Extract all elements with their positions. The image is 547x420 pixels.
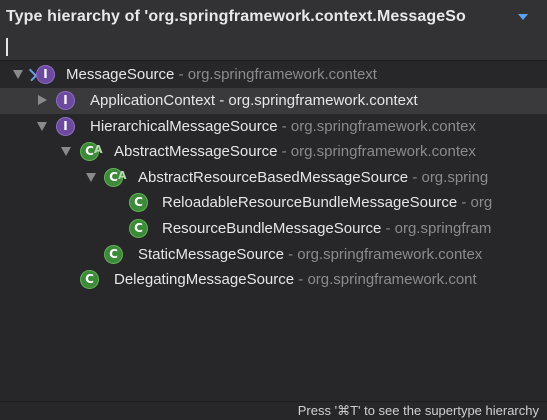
tree-item-name: MessageSource — [66, 66, 175, 83]
class-glyph: C — [109, 169, 118, 184]
tree-item-package: - org.springframework.contex — [277, 143, 476, 161]
search-input[interactable] — [0, 34, 547, 61]
tree-item-name: AbstractMessageSource — [114, 143, 278, 161]
tree-row-abstract-resource-based-message-source[interactable]: C A AbstractResourceBasedMessageSource -… — [0, 165, 547, 191]
tree-row-message-source[interactable]: I MessageSource - org.springframework.co… — [0, 62, 547, 88]
tree-row-static-message-source[interactable]: C StaticMessageSource - org.springframew… — [0, 242, 547, 268]
tree-item-package: - org.springframework.cont — [294, 271, 477, 289]
expand-arrow-icon[interactable] — [13, 70, 23, 79]
footer-divider — [0, 401, 547, 402]
tree-row-abstract-message-source[interactable]: C A AbstractMessageSource - org.springfr… — [0, 139, 547, 165]
chevron-down-icon[interactable] — [518, 14, 528, 20]
interface-icon: I — [36, 65, 55, 84]
tree-row-application-context[interactable]: I ApplicationContext - org.springframewo… — [0, 88, 547, 114]
tree-item-package: - org.springframework.contex — [283, 245, 483, 263]
tree-row-reloadable-resource-bundle-message-source[interactable]: C ReloadableResourceBundleMessageSource … — [0, 190, 547, 216]
abstract-badge-icon: A — [118, 168, 127, 182]
tree-item-name: DelegatingMessageSource — [114, 271, 295, 289]
footer-hint: Press '⌘T' to see the supertype hierarch… — [297, 403, 539, 418]
tree-item-package: - org — [457, 194, 493, 212]
tree-item-name: ResourceBundleMessageSource — [162, 219, 382, 237]
type-hierarchy-popup: Type hierarchy of 'org.springframework.c… — [0, 0, 547, 420]
class-icon: C — [129, 218, 148, 238]
tree-item-package: - org.spring — [408, 168, 489, 186]
abstract-class-icon: C A — [104, 167, 127, 187]
tree-item-name: StaticMessageSource — [138, 245, 284, 263]
tree-item-name: ApplicationContext — [90, 92, 216, 109]
text-caret — [6, 38, 8, 56]
tree-row-delegating-message-source[interactable]: C DelegatingMessageSource - org.springfr… — [0, 267, 547, 293]
collapsed-arrow-icon[interactable] — [38, 95, 47, 105]
tree-item-package: - org.springframework.context — [215, 92, 418, 109]
expand-arrow-icon[interactable] — [86, 172, 96, 182]
tree-item-package: - org.springframework.contex — [277, 117, 476, 135]
expand-arrow-icon[interactable] — [61, 147, 71, 157]
popup-title: Type hierarchy of 'org.springframework.c… — [6, 8, 466, 25]
class-glyph: C — [85, 144, 94, 159]
class-icon: C — [80, 270, 99, 290]
tree-item-package: - org.springframework.context — [174, 66, 377, 83]
tree-item-name: ReloadableResourceBundleMessageSource — [162, 194, 458, 212]
tree-row-resource-bundle-message-source[interactable]: C ResourceBundleMessageSource - org.spri… — [0, 216, 547, 242]
interface-icon: I — [56, 91, 75, 110]
interface-icon: I — [56, 116, 75, 136]
tree-item-package: - org.springfram — [381, 219, 492, 237]
class-icon: C — [104, 244, 123, 264]
tree-row-hierarchical-message-source[interactable]: I HierarchicalMessageSource - org.spring… — [0, 114, 547, 140]
hierarchy-tree: I MessageSource - org.springframework.co… — [0, 62, 547, 293]
abstract-badge-icon: A — [94, 143, 103, 157]
abstract-class-icon: C A — [80, 142, 103, 162]
expand-arrow-icon[interactable] — [37, 121, 47, 131]
popup-title-bar: Type hierarchy of 'org.springframework.c… — [0, 0, 547, 34]
tree-item-name: HierarchicalMessageSource — [90, 117, 278, 135]
tree-item-name: AbstractResourceBasedMessageSource — [138, 168, 409, 186]
class-icon: C — [129, 193, 148, 213]
